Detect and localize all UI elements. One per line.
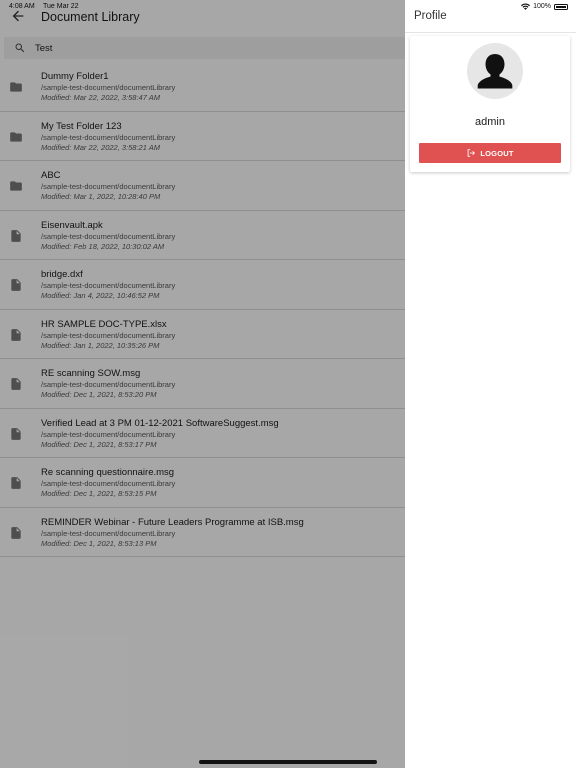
logout-icon [468, 149, 476, 157]
wifi-icon [521, 3, 531, 10]
drawer-title: Profile [414, 10, 447, 22]
logout-label: LOGOUT [480, 148, 514, 158]
user-silhouette-icon [477, 54, 513, 89]
profile-drawer: Profile admin LOGOUT 100% [405, 0, 576, 768]
status-indicators: 100% [521, 3, 568, 10]
profile-card: admin LOGOUT [410, 36, 570, 172]
drawer-scrim[interactable] [0, 0, 405, 768]
logout-button[interactable]: LOGOUT [419, 143, 561, 163]
battery-icon [554, 3, 568, 10]
avatar [467, 43, 523, 99]
username: admin [475, 116, 505, 128]
battery-percent: 100% [533, 3, 551, 10]
home-indicator [199, 760, 377, 764]
